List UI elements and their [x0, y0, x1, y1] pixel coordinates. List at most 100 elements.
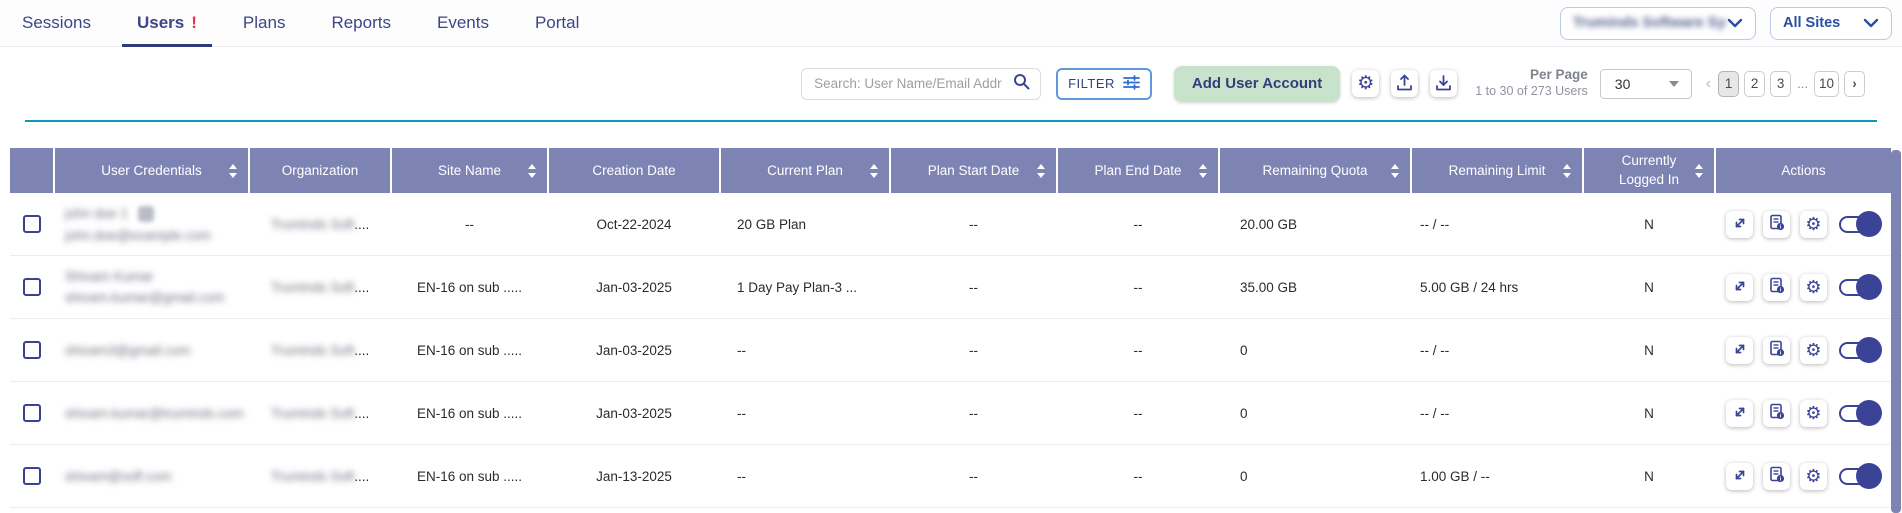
column-label: Organization	[282, 163, 359, 178]
main-tabs: Sessions Users! Plans Reports Events Por…	[22, 0, 602, 46]
settings-icon: ⚙	[1805, 467, 1821, 485]
user-details-icon: i	[1768, 340, 1785, 360]
cell-organization: Truminds Soft ....	[250, 319, 390, 381]
site-dropdown-value: All Sites	[1783, 15, 1840, 31]
organization-dropdown[interactable]: Truminds Software Systems	[1560, 7, 1756, 40]
settings-icon: ⚙	[1805, 278, 1821, 296]
organization-suffix: ....	[354, 343, 369, 358]
tab-events[interactable]: Events	[414, 0, 512, 46]
top-tab-bar: Sessions Users! Plans Reports Events Por…	[0, 0, 1902, 47]
settings-button[interactable]: ⚙	[1800, 274, 1827, 301]
column-header-remaining_quota[interactable]: Remaining Quota	[1220, 148, 1410, 193]
cell-creation_date: Jan-13-2025	[549, 445, 719, 507]
row-checkbox[interactable]	[23, 341, 41, 359]
column-header-site_name[interactable]: Site Name	[392, 148, 547, 193]
row-checkbox[interactable]	[23, 404, 41, 422]
settings-gear-button[interactable]: ⚙	[1352, 70, 1379, 97]
vertical-scrollbar[interactable]	[1891, 150, 1901, 513]
cell-checkbox	[10, 445, 53, 507]
add-user-account-button[interactable]: Add User Account	[1174, 66, 1340, 102]
tab-users[interactable]: Users!	[114, 0, 220, 46]
column-header-credentials[interactable]: User Credentials	[55, 148, 248, 193]
download-button[interactable]	[1430, 70, 1457, 97]
per-page-select[interactable]: 30	[1600, 69, 1692, 99]
site-dropdown[interactable]: All Sites	[1770, 7, 1892, 40]
settings-button[interactable]: ⚙	[1800, 400, 1827, 427]
page-button-1[interactable]: 1	[1718, 71, 1739, 97]
cell-currently_logged_in: N	[1584, 193, 1714, 255]
sort-arrows-icon[interactable]	[1563, 164, 1571, 178]
search-input[interactable]	[814, 76, 1013, 91]
user-details-button[interactable]: i	[1763, 463, 1790, 490]
settings-button[interactable]: ⚙	[1800, 463, 1827, 490]
enable-user-toggle[interactable]	[1839, 279, 1881, 296]
enable-user-toggle[interactable]	[1839, 468, 1881, 485]
expand-button[interactable]	[1726, 337, 1753, 364]
sort-arrows-icon[interactable]	[528, 164, 536, 178]
user-details-button[interactable]: i	[1763, 337, 1790, 364]
expand-icon	[1732, 215, 1748, 234]
column-header-plan_start_date[interactable]: Plan Start Date	[891, 148, 1056, 193]
organization-name: Truminds Soft	[271, 406, 355, 421]
column-label: Remaining Quota	[1262, 163, 1367, 178]
row-checkbox[interactable]	[23, 278, 41, 296]
upload-button[interactable]	[1391, 70, 1418, 97]
column-label: Plan End Date	[1094, 163, 1181, 178]
sort-arrows-icon[interactable]	[1695, 164, 1703, 178]
cell-remaining_limit: -- / --	[1412, 382, 1582, 444]
upload-icon	[1396, 74, 1413, 94]
row-checkbox[interactable]	[23, 467, 41, 485]
row-checkbox[interactable]	[23, 215, 41, 233]
cell-site_name: --	[392, 193, 547, 255]
sort-arrows-icon[interactable]	[870, 164, 878, 178]
user-details-button[interactable]: i	[1763, 274, 1790, 301]
table-row: shivam3@gmail.comTruminds Soft ....EN-16…	[10, 319, 1902, 382]
filter-button[interactable]: FILTER	[1056, 68, 1152, 100]
user-details-button[interactable]: i	[1763, 211, 1790, 238]
tab-sessions[interactable]: Sessions	[22, 0, 114, 46]
settings-button[interactable]: ⚙	[1800, 337, 1827, 364]
cell-current_plan: 20 GB Plan	[721, 193, 889, 255]
cell-actions: i⚙	[1716, 445, 1891, 507]
cell-credentials: john doe 1john.doe@example.com	[55, 193, 248, 255]
expand-button[interactable]	[1726, 400, 1753, 427]
search-icon[interactable]	[1013, 73, 1030, 95]
tab-plans[interactable]: Plans	[220, 0, 309, 46]
cell-remaining_quota: 0	[1220, 445, 1410, 507]
expand-button[interactable]	[1726, 274, 1753, 301]
column-label: Site Name	[438, 163, 501, 178]
table-header-row: User Credentials Organization Site Name Cre…	[10, 148, 1902, 193]
enable-user-toggle[interactable]	[1839, 216, 1881, 233]
page-button-10[interactable]: 10	[1814, 71, 1839, 97]
sort-arrows-icon[interactable]	[1199, 164, 1207, 178]
cell-plan_end_date: --	[1058, 382, 1218, 444]
column-header-current_plan[interactable]: Current Plan	[721, 148, 889, 193]
tab-portal[interactable]: Portal	[512, 0, 602, 46]
page-button-3[interactable]: 3	[1770, 71, 1791, 97]
sort-arrows-icon[interactable]	[1391, 164, 1399, 178]
page-button-2[interactable]: 2	[1744, 71, 1765, 97]
sort-arrows-icon[interactable]	[229, 164, 237, 178]
expand-button[interactable]	[1726, 463, 1753, 490]
tab-reports[interactable]: Reports	[308, 0, 414, 46]
cell-current_plan: --	[721, 382, 889, 444]
sort-arrows-icon[interactable]	[1037, 164, 1045, 178]
column-label: Creation Date	[592, 163, 675, 178]
prev-page-button[interactable]: ‹	[1704, 75, 1713, 93]
column-header-creation_date: Creation Date	[549, 148, 719, 193]
cell-plan_start_date: --	[891, 445, 1056, 507]
user-name: Shivam Kumar	[65, 269, 154, 284]
user-details-icon: i	[1768, 277, 1785, 297]
expand-button[interactable]	[1726, 211, 1753, 238]
cell-plan_end_date: --	[1058, 193, 1218, 255]
settings-icon: ⚙	[1805, 215, 1821, 233]
enable-user-toggle[interactable]	[1839, 405, 1881, 422]
column-header-currently_logged_in[interactable]: CurrentlyLogged In	[1584, 148, 1714, 193]
user-details-button[interactable]: i	[1763, 400, 1790, 427]
settings-button[interactable]: ⚙	[1800, 211, 1827, 238]
column-header-plan_end_date[interactable]: Plan End Date	[1058, 148, 1218, 193]
enable-user-toggle[interactable]	[1839, 342, 1881, 359]
column-header-remaining_limit[interactable]: Remaining Limit	[1412, 148, 1582, 193]
next-page-button[interactable]: ›	[1844, 71, 1865, 97]
per-page-label: Per Page	[1475, 67, 1588, 84]
